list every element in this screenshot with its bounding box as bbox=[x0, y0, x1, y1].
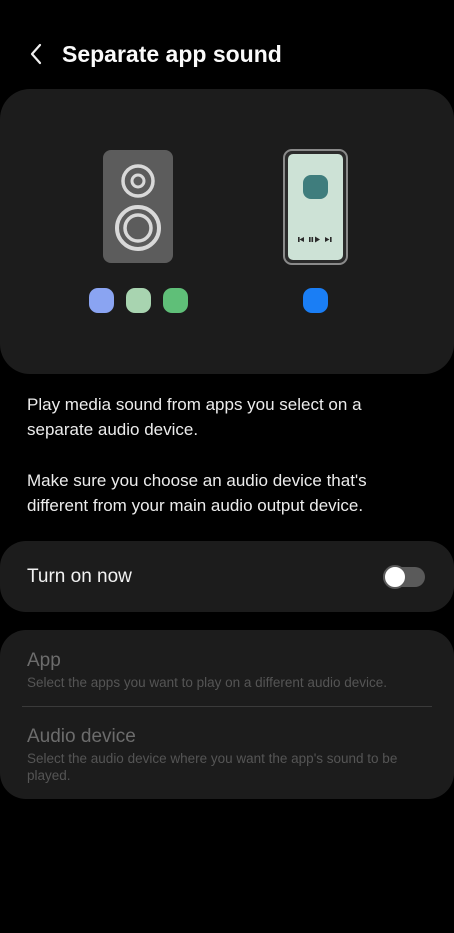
phone-app-icon bbox=[303, 175, 328, 199]
illustration bbox=[89, 149, 348, 313]
turn-on-switch[interactable] bbox=[383, 565, 425, 589]
phone-icon bbox=[283, 149, 348, 265]
back-arrow-icon bbox=[30, 43, 42, 65]
speaker-icon bbox=[103, 150, 173, 263]
audio-device-setting[interactable]: Audio device Select the audio device whe… bbox=[0, 707, 454, 799]
app-setting[interactable]: App Select the apps you want to play on … bbox=[0, 630, 454, 706]
back-button[interactable] bbox=[22, 40, 50, 68]
turn-on-now-row[interactable]: Turn on now bbox=[0, 541, 454, 612]
description-2: Make sure you choose an audio device tha… bbox=[27, 471, 367, 515]
settings-card: App Select the apps you want to play on … bbox=[0, 630, 454, 799]
audio-device-title: Audio device bbox=[27, 726, 136, 747]
app-setting-title: App bbox=[27, 650, 61, 671]
app-dots bbox=[89, 288, 188, 313]
app-setting-subtitle: Select the apps you want to play on a di… bbox=[27, 675, 387, 690]
description-1: Play media sound from apps you select on… bbox=[27, 395, 362, 439]
app-dot bbox=[89, 288, 114, 313]
phone-dot bbox=[303, 288, 328, 313]
turn-on-label: Turn on now bbox=[27, 566, 132, 587]
app-dot bbox=[126, 288, 151, 313]
illustration-card bbox=[0, 89, 454, 374]
app-dot bbox=[163, 288, 188, 313]
audio-device-subtitle: Select the audio device where you want t… bbox=[27, 751, 398, 783]
app-bar: Separate app sound bbox=[0, 24, 454, 84]
page-title: Separate app sound bbox=[62, 41, 282, 67]
switch-knob bbox=[383, 565, 407, 589]
